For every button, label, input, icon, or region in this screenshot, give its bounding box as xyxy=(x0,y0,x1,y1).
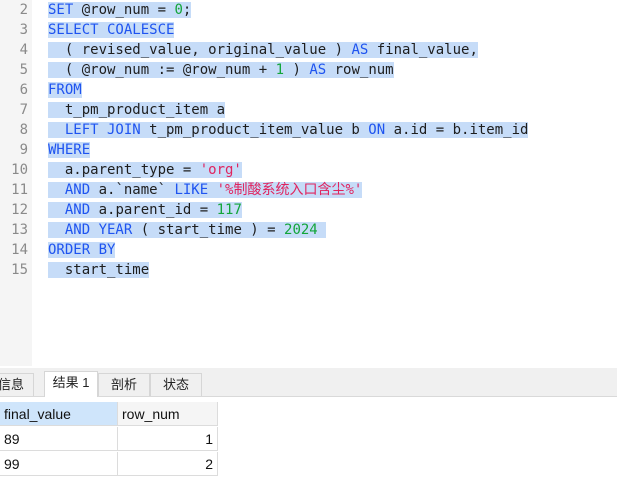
sql-string: 'org' xyxy=(199,162,242,178)
code-line: WHERE xyxy=(48,140,91,160)
sql-keyword: LIKE xyxy=(174,182,209,198)
sql-keyword: ORDER BY xyxy=(48,242,116,258)
selection-highlight: SELECT COALESCE xyxy=(48,22,175,38)
line-number: 10 xyxy=(11,162,28,178)
table-cell[interactable]: 2 xyxy=(118,452,218,476)
sql-keyword: AS xyxy=(351,42,369,58)
sql-keyword: ON xyxy=(368,122,386,138)
code-line: a.parent_type = 'org' xyxy=(48,160,242,180)
line-number: 4 xyxy=(19,42,28,58)
sql-text: a.parent_id = xyxy=(90,202,217,218)
column-header-row-num[interactable]: row_num xyxy=(118,402,218,426)
code-line: SET @row_num = 0; xyxy=(48,0,192,20)
tab-profile[interactable]: 剖析 xyxy=(98,373,150,396)
selection-highlight: start_time xyxy=(48,262,150,278)
line-number: 7 xyxy=(19,102,28,118)
sql-keyword: LEFT JOIN xyxy=(64,122,141,138)
sql-keyword: AND xyxy=(64,202,91,218)
selection-highlight: t_pm_product_item a xyxy=(48,102,226,118)
code-line: start_time xyxy=(48,260,150,280)
sql-text: t_pm_product_item a xyxy=(48,102,226,118)
line-number: 13 xyxy=(11,222,28,238)
line-number: 2 xyxy=(19,2,28,18)
sql-editor[interactable]: 2 3 4 5 6 7 8 9 10 11 12 13 14 15 SET @row_num = 0; SE… xyxy=(0,0,617,366)
line-number: 14 xyxy=(11,242,28,258)
code-line: LEFT JOIN t_pm_product_item_value b ON a… xyxy=(48,120,529,140)
table-cell[interactable]: 99 xyxy=(0,452,118,476)
line-number: 8 xyxy=(19,122,28,138)
column-header-final-value[interactable]: final_value xyxy=(0,402,118,426)
sql-number: 0 xyxy=(174,2,183,18)
sql-text: final_value, xyxy=(368,42,478,58)
sql-keyword: WHERE xyxy=(48,142,91,158)
line-number: 6 xyxy=(19,82,28,98)
sql-keyword: SELECT COALESCE xyxy=(48,22,175,38)
tab-status[interactable]: 状态 xyxy=(150,373,202,396)
selection-highlight: ( revised_value, original_value ) AS fin… xyxy=(48,42,478,58)
sql-keyword: FROM xyxy=(48,82,82,98)
code-line: AND a.parent_id = 117 xyxy=(48,200,242,220)
code-line: ( @row_num := @row_num + 1 ) AS row_num xyxy=(48,60,394,80)
sql-text: row_num xyxy=(326,62,394,78)
sql-text: ( start_time ) = xyxy=(132,222,285,238)
selection-highlight: WHERE xyxy=(48,142,91,158)
code-line: ORDER BY xyxy=(48,240,116,260)
code-line: ( revised_value, original_value ) AS fin… xyxy=(48,40,478,60)
sql-keyword: AND xyxy=(64,182,91,198)
sql-text: ) xyxy=(284,62,310,78)
sql-number: 1 xyxy=(275,62,285,78)
sql-keyword: AS xyxy=(309,62,327,78)
selection-highlight: ( @row_num := @row_num + 1 ) AS row_num xyxy=(48,62,394,78)
code-line: t_pm_product_item a xyxy=(48,100,226,120)
line-number: 11 xyxy=(11,182,28,198)
sql-keyword: SET xyxy=(48,2,74,18)
selection-highlight: FROM xyxy=(48,82,82,98)
sql-text: ( @row_num := @row_num + xyxy=(48,62,276,78)
line-number: 5 xyxy=(19,62,28,78)
line-number: 9 xyxy=(19,142,28,158)
sql-text: start_time xyxy=(48,262,150,278)
sql-text: a.id = b.item_id xyxy=(385,122,529,138)
line-number: 3 xyxy=(19,22,28,38)
table-cell[interactable]: 1 xyxy=(118,427,218,451)
line-number-gutter: 2 3 4 5 6 7 8 9 10 11 12 13 14 15 xyxy=(0,0,32,366)
code-line: FROM xyxy=(48,80,82,100)
tab-result-1[interactable]: 结果 1 xyxy=(44,371,98,397)
selection-highlight: a.parent_type = 'org' xyxy=(48,162,242,178)
line-number: 15 xyxy=(11,262,28,278)
code-line: AND YEAR ( start_time ) = 2024 xyxy=(48,220,327,240)
sql-text: a.parent_type = xyxy=(48,162,200,178)
sql-string: '%制酸系统入口含尘%' xyxy=(216,182,363,198)
line-number: 12 xyxy=(11,202,28,218)
sql-text: t_pm_product_item_value b xyxy=(140,122,369,138)
results-panel: 信息 结果 1 剖析 状态 final_value row_num 89 1 9… xyxy=(0,366,617,479)
sql-text: @row_num = xyxy=(73,2,175,18)
sql-keyword: AND YEAR xyxy=(64,222,133,238)
sql-text: a.`name` xyxy=(90,182,175,198)
sql-text: ; xyxy=(182,2,192,18)
code-line: SELECT COALESCE xyxy=(48,20,175,40)
sql-number: 2024 xyxy=(284,222,318,238)
sql-text: ( revised_value, original_value ) xyxy=(48,42,352,58)
result-tabs: 信息 结果 1 剖析 状态 xyxy=(0,368,617,397)
selection-highlight: AND a.parent_id = 117 xyxy=(48,202,242,218)
selection-highlight: LEFT JOIN t_pm_product_item_value b ON a… xyxy=(48,122,529,138)
code-line: AND a.`name` LIKE '%制酸系统入口含尘%' xyxy=(48,180,363,200)
selection-highlight: ORDER BY xyxy=(48,242,116,258)
selection-highlight: SET @row_num = 0; xyxy=(48,2,192,18)
sql-number: 117 xyxy=(216,202,242,218)
table-cell[interactable]: 89 xyxy=(0,427,118,451)
selection-highlight: AND YEAR ( start_time ) = 2024 xyxy=(48,222,327,238)
tab-info[interactable]: 信息 xyxy=(0,373,34,396)
selection-highlight: AND a.`name` LIKE '%制酸系统入口含尘%' xyxy=(48,182,363,198)
